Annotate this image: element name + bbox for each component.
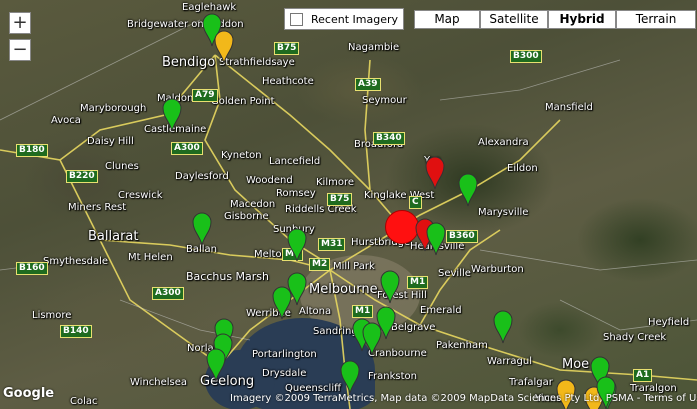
green-map-marker[interactable] — [192, 212, 212, 246]
place-label: Nagambie — [348, 42, 400, 53]
place-label: Portarlington — [252, 349, 317, 360]
place-label: Seville — [438, 268, 471, 279]
yellow-map-marker[interactable] — [214, 30, 234, 64]
map-type-terrain[interactable]: Terrain — [616, 10, 696, 29]
place-label: Emerald — [420, 305, 462, 316]
recent-imagery-checkbox[interactable] — [290, 12, 303, 26]
place-label: Maryborough — [80, 103, 147, 114]
place-label: Eildon — [507, 163, 538, 174]
green-map-marker[interactable] — [493, 310, 513, 344]
place-label: Drysdale — [262, 368, 307, 379]
route-shield: B360 — [446, 230, 478, 243]
place-label: Heathcote — [262, 76, 314, 87]
place-label: Colac — [70, 396, 98, 407]
place-label: Seymour — [362, 95, 407, 106]
map-type-selector: Map Satellite Hybrid Terrain — [414, 10, 696, 29]
green-map-marker[interactable] — [340, 360, 360, 394]
place-label: Pakenham — [436, 340, 488, 351]
place-label: Mt Helen — [128, 252, 173, 263]
place-label: Macedon — [230, 199, 276, 210]
route-shield: C — [409, 196, 422, 209]
place-label: Miners Rest — [68, 202, 127, 213]
route-shield: A1 — [633, 369, 653, 382]
route-shield: A39 — [355, 78, 381, 91]
place-label: Moe — [562, 357, 590, 372]
place-label: Kinglake West — [364, 190, 435, 201]
place-label: Bacchus Marsh — [186, 270, 270, 283]
place-label: Creswick — [118, 190, 163, 201]
route-shield: B220 — [66, 170, 98, 183]
route-shield: M2 — [309, 258, 331, 271]
place-label: Shady Creek — [603, 332, 667, 343]
place-label: Daylesford — [175, 171, 229, 182]
route-shield: B180 — [16, 144, 48, 157]
route-shield: A79 — [192, 89, 218, 102]
map-type-map[interactable]: Map — [414, 10, 480, 29]
recent-imagery-toggle[interactable]: Recent Imagery — [284, 8, 404, 30]
place-label: Kilmore — [316, 177, 355, 188]
place-label: Eaglehawk — [182, 2, 237, 13]
map-type-hybrid[interactable]: Hybrid — [548, 10, 616, 29]
zoom-in-button[interactable]: + — [9, 12, 31, 34]
place-label: Clunes — [105, 161, 139, 172]
route-shield: B75 — [274, 42, 300, 55]
place-label: Warburton — [471, 264, 524, 275]
route-shield: A300 — [152, 287, 184, 300]
place-label: Avoca — [51, 115, 81, 126]
google-logo: Google — [3, 386, 55, 401]
place-label: Gisborne — [224, 211, 269, 222]
place-label: Frankston — [368, 371, 417, 382]
place-label: Altona — [299, 306, 332, 317]
green-map-marker[interactable] — [272, 286, 292, 320]
green-map-marker[interactable] — [206, 348, 226, 382]
place-label: Kyneton — [221, 150, 262, 161]
route-shield: B75 — [327, 193, 353, 206]
place-label: Trafalgar — [509, 377, 553, 388]
red-map-marker[interactable] — [425, 156, 445, 190]
green-map-marker[interactable] — [362, 322, 382, 356]
place-label: Belgrave — [391, 322, 436, 333]
recent-imagery-label: Recent Imagery — [311, 12, 398, 26]
green-map-marker[interactable] — [458, 173, 478, 207]
map-type-satellite[interactable]: Satellite — [480, 10, 548, 29]
place-label: Romsey — [276, 188, 316, 199]
zoom-out-button[interactable]: − — [9, 39, 31, 61]
route-shield: B340 — [373, 132, 405, 145]
place-label: Woodend — [246, 175, 293, 186]
copyright-text: Imagery ©2009 TerraMetrics, Map data ©20… — [230, 393, 697, 404]
place-label: Warragul — [487, 356, 533, 367]
place-label: Smythesdale — [43, 256, 109, 267]
route-shield: M31 — [318, 238, 346, 251]
place-label: Lancefield — [269, 156, 321, 167]
place-label: Marysville — [478, 207, 529, 218]
map-canvas[interactable]: Eaglehawk Bridgewater on Loddon Bendigo … — [0, 0, 697, 409]
red-circle-marker[interactable] — [385, 210, 419, 244]
green-map-marker[interactable] — [426, 222, 446, 256]
place-label: Alexandra — [478, 137, 529, 148]
route-shield: B300 — [510, 50, 542, 63]
place-label: Mansfield — [545, 102, 593, 113]
place-label: Heyfield — [648, 317, 690, 328]
place-label: Melbourne — [309, 282, 378, 297]
place-label: Golden Point — [211, 96, 275, 107]
place-label: Daisy Hill — [87, 136, 134, 147]
route-shield: M1 — [352, 305, 374, 318]
place-label: Lismore — [32, 310, 72, 321]
route-shield: B160 — [16, 262, 48, 275]
place-label: Ballarat — [88, 229, 139, 244]
route-shield: B140 — [60, 325, 92, 338]
place-label: Winchelsea — [130, 377, 188, 388]
place-label: Bridgewater on Loddon — [127, 19, 244, 30]
route-shield: A300 — [171, 142, 203, 155]
place-label: Mill Park — [333, 261, 375, 272]
green-map-marker[interactable] — [380, 270, 400, 304]
route-shield: M1 — [407, 276, 429, 289]
green-map-marker[interactable] — [287, 228, 307, 262]
green-map-marker[interactable] — [162, 98, 182, 132]
place-label: Bendigo — [162, 55, 216, 70]
